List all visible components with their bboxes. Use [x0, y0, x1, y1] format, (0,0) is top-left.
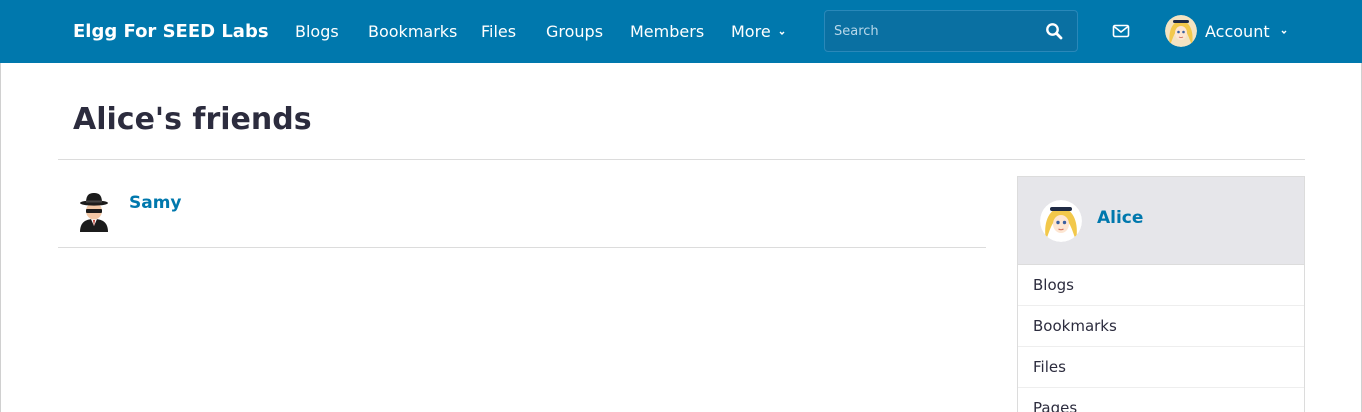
owner-name-link[interactable]: Alice	[1097, 208, 1143, 228]
list-item: Samy	[58, 180, 986, 248]
search-form	[824, 10, 1078, 52]
mail-icon[interactable]	[1112, 22, 1130, 40]
sidebar-item-bookmarks[interactable]: Bookmarks	[1018, 306, 1304, 347]
site-brand-link[interactable]: Elgg For SEED Labs	[73, 0, 269, 63]
nav-item-groups[interactable]: Groups	[546, 0, 603, 63]
sidebar-item-files[interactable]: Files	[1018, 347, 1304, 388]
sidebar-item-pages[interactable]: Pages	[1018, 388, 1304, 412]
nav-item-blogs[interactable]: Blogs	[295, 0, 339, 63]
title-divider	[58, 159, 1305, 160]
sidebar-item-blogs[interactable]: Blogs	[1018, 265, 1304, 306]
friend-name-link[interactable]: Samy	[129, 193, 182, 213]
search-input[interactable]	[825, 11, 1035, 51]
top-navigation-bar: Elgg For SEED Labs Blogs Bookmarks Files…	[0, 0, 1362, 63]
chevron-down-icon	[779, 31, 785, 35]
page-title: Alice's friends	[73, 102, 312, 137]
user-avatar	[1165, 15, 1197, 47]
account-label: Account	[1205, 22, 1270, 41]
nav-item-more[interactable]: More	[731, 0, 787, 63]
owner-block: Alice	[1018, 177, 1304, 265]
search-icon[interactable]	[1045, 22, 1063, 40]
owner-sidebar: Alice Blogs Bookmarks Files Pages	[1017, 176, 1305, 412]
nav-item-files[interactable]: Files	[481, 0, 516, 63]
owner-avatar[interactable]	[1040, 200, 1082, 242]
nav-item-more-label: More	[731, 22, 771, 41]
friend-avatar-icon[interactable]	[76, 192, 112, 232]
nav-item-bookmarks[interactable]: Bookmarks	[368, 0, 457, 63]
nav-item-members[interactable]: Members	[630, 0, 704, 63]
chevron-down-icon	[1281, 30, 1287, 34]
